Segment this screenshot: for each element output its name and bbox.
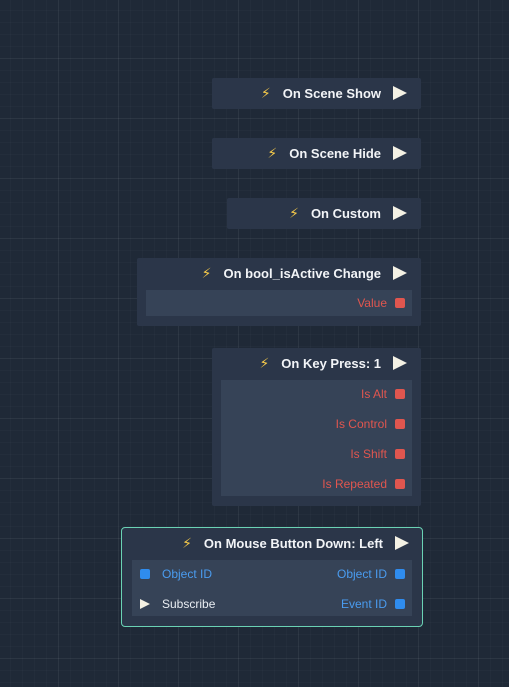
exec-out-pin[interactable] [395, 536, 409, 550]
lightning-bolt-icon: ⚡ [267, 145, 278, 161]
lightning-bolt-icon: ⚡ [201, 265, 212, 281]
node-on-scene-show[interactable]: ⚡ On Scene Show [212, 78, 421, 109]
bool-output-pin[interactable] [395, 298, 405, 308]
pin-row-subscribe: Subscribe Event ID [132, 589, 412, 619]
node-title: On Scene Show [282, 85, 381, 101]
node-header[interactable]: ⚡ On Key Press: 1 [212, 348, 421, 378]
exec-in-pin[interactable] [140, 599, 150, 609]
input-label: Object ID [162, 567, 213, 581]
node-header[interactable]: ⚡ On Custom [227, 198, 421, 228]
exec-out-pin[interactable] [393, 86, 407, 100]
exec-out-pin[interactable] [393, 206, 407, 220]
lightning-bolt-icon: ⚡ [182, 535, 192, 551]
output-label: Event ID [340, 597, 387, 611]
node-body: Object ID Object ID Subscribe Event ID [132, 560, 412, 616]
bool-output-pin[interactable] [395, 389, 405, 399]
bool-output-pin[interactable] [395, 479, 405, 489]
node-on-scene-hide[interactable]: ⚡ On Scene Hide [212, 138, 421, 169]
bool-output-pin[interactable] [395, 449, 405, 459]
object-id-output-pin[interactable] [395, 569, 405, 579]
exec-out-pin[interactable] [393, 146, 407, 160]
exec-out-pin[interactable] [393, 266, 407, 280]
node-header[interactable]: ⚡ On Scene Show [212, 78, 421, 108]
node-on-mouse-button-down[interactable]: ⚡ On Mouse Button Down: Left Object ID O… [121, 527, 423, 627]
node-on-bool-isactive-change[interactable]: ⚡ On bool_isActive Change Value [137, 258, 421, 326]
output-row-is-repeated: Is Repeated [221, 469, 412, 499]
exec-out-pin[interactable] [393, 356, 407, 370]
output-row-is-control: Is Control [221, 409, 412, 439]
bool-output-pin[interactable] [395, 419, 405, 429]
node-title: On bool_isActive Change [223, 265, 381, 281]
output-row-is-alt: Is Alt [221, 379, 412, 409]
output-label: Is Control [335, 417, 387, 431]
input-label: Subscribe [162, 597, 216, 611]
node-title: On Mouse Button Down: Left [203, 535, 383, 551]
node-on-custom[interactable]: ⚡ On Custom [227, 198, 421, 229]
lightning-bolt-icon: ⚡ [289, 205, 299, 221]
node-header[interactable]: ⚡ On Mouse Button Down: Left [122, 528, 422, 558]
lightning-bolt-icon: ⚡ [259, 355, 270, 371]
node-body: Is Alt Is Control Is Shift Is Repeated [221, 380, 412, 496]
output-row-is-shift: Is Shift [221, 439, 412, 469]
output-label: Object ID [336, 567, 387, 581]
output-label: Is Shift [350, 447, 387, 461]
output-label: Value [357, 296, 387, 310]
output-label: Is Alt [360, 387, 387, 401]
node-title: On Scene Hide [289, 145, 381, 161]
output-label: Is Repeated [322, 477, 387, 491]
node-on-key-press[interactable]: ⚡ On Key Press: 1 Is Alt Is Control Is S… [212, 348, 421, 506]
node-title: On Key Press: 1 [281, 355, 381, 371]
pin-row-object-id: Object ID Object ID [132, 559, 412, 589]
node-title: On Custom [310, 205, 381, 221]
lightning-bolt-icon: ⚡ [260, 85, 271, 101]
object-id-input-pin[interactable] [140, 569, 150, 579]
node-header[interactable]: ⚡ On Scene Hide [212, 138, 421, 168]
node-header[interactable]: ⚡ On bool_isActive Change [137, 258, 421, 288]
node-body: Value [146, 290, 412, 316]
output-row-value: Value [146, 288, 412, 318]
event-id-output-pin[interactable] [395, 599, 405, 609]
